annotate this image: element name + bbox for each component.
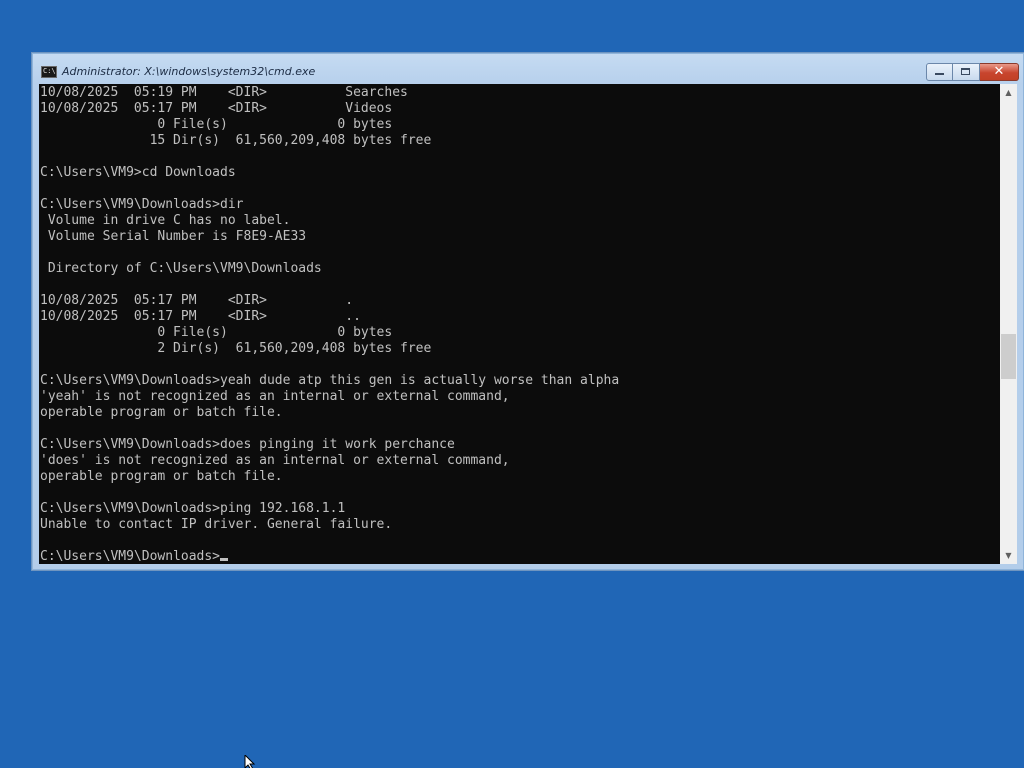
console-line: C:\Users\VM9\Downloads>dir xyxy=(40,197,244,212)
console-line: 0 File(s) 0 bytes xyxy=(40,325,393,340)
cmd-icon-text: C:\ xyxy=(43,67,56,75)
console-line: C:\Users\VM9\Downloads>ping 192.168.1.1 xyxy=(40,501,346,516)
console-line: 10/08/2025 05:17 PM <DIR> .. xyxy=(40,309,361,324)
console-line: 10/08/2025 05:17 PM <DIR> . xyxy=(40,293,354,308)
window-title: Administrator: X:\windows\system32\cmd.e… xyxy=(62,65,316,78)
text-cursor xyxy=(220,558,229,561)
console-line: operable program or batch file. xyxy=(40,469,283,484)
scroll-down-arrow-icon[interactable]: ▼ xyxy=(1000,547,1017,564)
console-line: 'yeah' is not recognized as an internal … xyxy=(40,389,510,404)
console-line: C:\Users\VM9>cd Downloads xyxy=(40,165,236,180)
console-line: operable program or batch file. xyxy=(40,405,283,420)
console-line: 10/08/2025 05:17 PM <DIR> Videos xyxy=(40,101,393,116)
console-line: Unable to contact IP driver. General fai… xyxy=(40,517,393,532)
scroll-up-arrow-icon[interactable]: ▲ xyxy=(1000,84,1017,101)
maximize-icon xyxy=(961,68,970,75)
maximize-button[interactable] xyxy=(953,63,980,81)
console-line: Volume Serial Number is F8E9-AE33 xyxy=(40,229,307,244)
console-line: Volume in drive C has no label. xyxy=(40,213,291,228)
console-line: 15 Dir(s) 61,560,209,408 bytes free xyxy=(40,133,432,148)
console-line: 'does' is not recognized as an internal … xyxy=(40,453,510,468)
scrollbar-thumb[interactable] xyxy=(1001,334,1016,379)
console-output[interactable]: 10/08/2025 05:19 PM <DIR> Searches 10/08/… xyxy=(39,84,1000,564)
close-icon: ✕ xyxy=(993,64,1005,79)
minimize-icon xyxy=(935,73,944,75)
console-text: 10/08/2025 05:19 PM <DIR> Searches 10/08/… xyxy=(40,85,619,564)
console-line: C:\Users\VM9\Downloads>yeah dude atp thi… xyxy=(40,373,620,388)
console-prompt: C:\Users\VM9\Downloads> xyxy=(40,549,221,564)
console-line: C:\Users\VM9\Downloads>does pinging it w… xyxy=(40,437,455,452)
console-prompt-line[interactable]: C:\Users\VM9\Downloads> xyxy=(40,549,619,564)
desktop[interactable]: C:\ Administrator: X:\windows\system32\c… xyxy=(0,0,1024,768)
cmd-window[interactable]: C:\ Administrator: X:\windows\system32\c… xyxy=(32,53,1024,570)
minimize-button[interactable] xyxy=(926,63,953,81)
mouse-pointer-icon xyxy=(244,755,256,768)
console-line: 10/08/2025 05:19 PM <DIR> Searches xyxy=(40,85,408,100)
title-bar[interactable]: C:\ Administrator: X:\windows\system32\c… xyxy=(33,54,1023,84)
close-button[interactable]: ✕ xyxy=(980,63,1019,81)
console-line: 2 Dir(s) 61,560,209,408 bytes free xyxy=(40,341,432,356)
console-line: 0 File(s) 0 bytes xyxy=(40,117,393,132)
window-controls: ✕ xyxy=(926,63,1019,81)
cmd-icon[interactable]: C:\ xyxy=(41,66,57,78)
vertical-scrollbar[interactable]: ▲ ▼ xyxy=(1000,84,1017,564)
console-line: Directory of C:\Users\VM9\Downloads xyxy=(40,261,322,276)
